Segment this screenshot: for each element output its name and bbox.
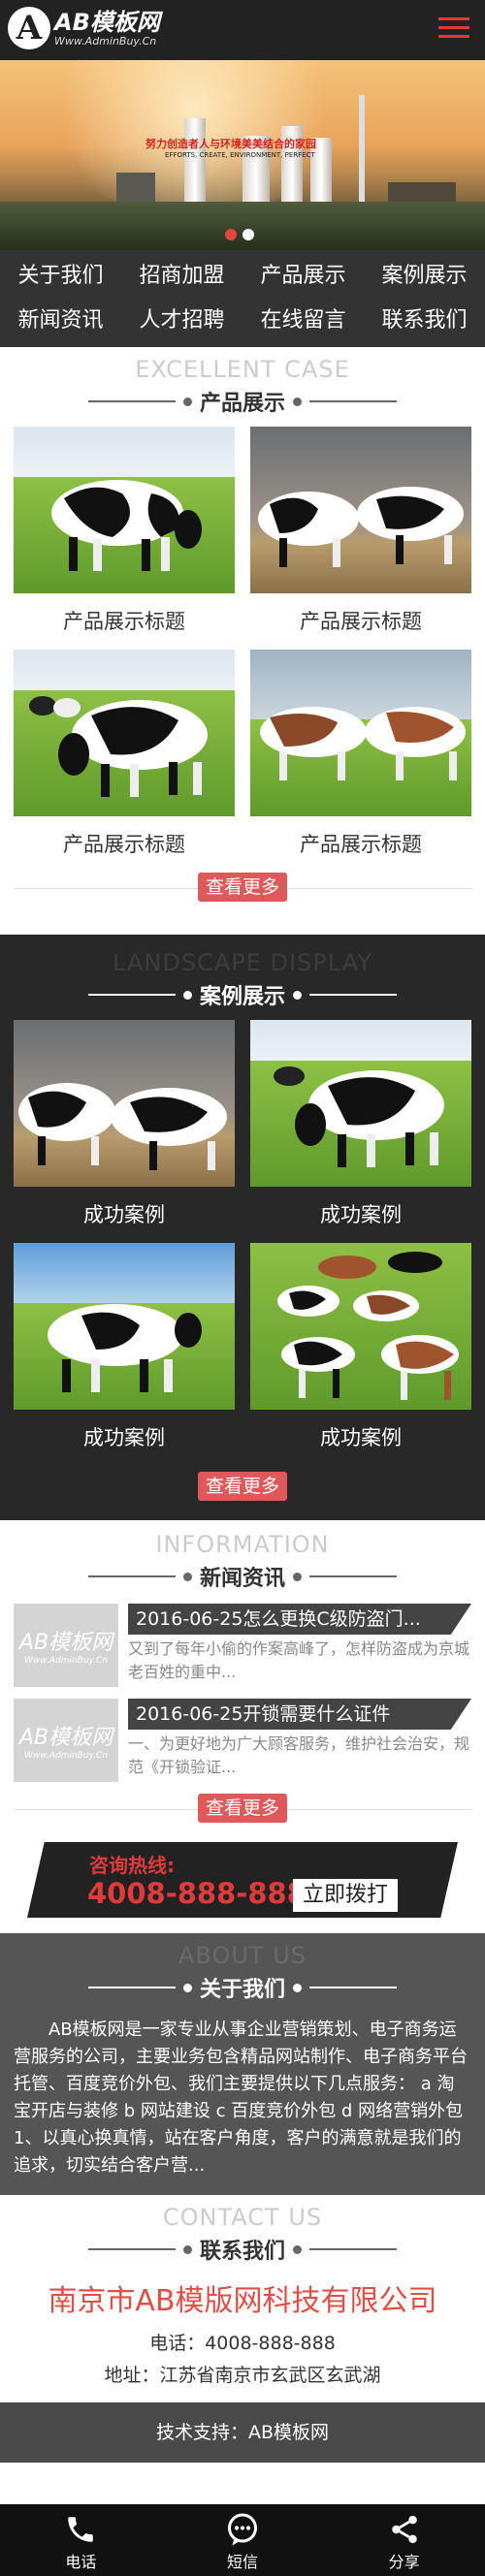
- hero-banner[interactable]: 努力创造者人与环境美美结合的家园 EFFORTS, CREATE, ENVIRO…: [0, 60, 485, 250]
- products-more-button[interactable]: 查看更多: [197, 873, 287, 902]
- case-image: [14, 1243, 235, 1410]
- footer-phone-label: 电话: [65, 2553, 97, 2571]
- hotline-label: 咨询热线:: [89, 1854, 175, 1877]
- news-item-desc: 一、为更好地为广大顾客服务，维护社会治安，规范《开锁验证...: [128, 1734, 470, 1776]
- about-title: 关于我们: [199, 1978, 285, 2002]
- news-thumbnail: AB模板网 Www.AdminBuy.Cn: [14, 1699, 118, 1782]
- product-card[interactable]: 产品展示标题: [14, 427, 235, 650]
- news-item-title[interactable]: 2016-06-25怎么更换C级防盗门...: [128, 1604, 471, 1635]
- slide-indicators: [225, 229, 254, 240]
- footer-sms-label: 短信: [226, 2553, 258, 2571]
- product-caption: 产品展示标题: [300, 610, 422, 633]
- contact-title-en: CONTACT US: [162, 2204, 323, 2231]
- news-item-desc: 又到了每年小偷的作案高峰了，怎样防盗成为京城老百姓的重中...: [128, 1639, 470, 1681]
- product-caption: 产品展示标题: [300, 833, 422, 856]
- footer-share-button[interactable]: 分享: [323, 2504, 485, 2576]
- news-more-button[interactable]: 查看更多: [197, 1794, 287, 1823]
- cases-title-en: LANDSCAPE DISPLAY: [113, 949, 372, 976]
- news-title-en: INFORMATION: [155, 1531, 330, 1558]
- news-item[interactable]: AB模板网 Www.AdminBuy.Cn 2016-06-25开锁需要什么证件…: [14, 1699, 471, 1782]
- contact-title: 联系我们: [199, 2240, 285, 2264]
- products-section: EXCELLENT CASE 产品展示 产品展示标题 产品展示标题 产品展示标题: [0, 347, 485, 935]
- case-card[interactable]: 成功案例: [250, 1020, 471, 1243]
- nav-item-franchise[interactable]: 招商加盟: [121, 254, 242, 299]
- header: A AB模板网 Www.AdminBuy.Cn: [0, 0, 485, 60]
- hotline-banner: 咨询热线: 4008-888-888 立即拨打: [27, 1842, 458, 1918]
- slide-dot-2[interactable]: [242, 229, 254, 240]
- phone-icon: [0, 2512, 162, 2547]
- case-caption: 成功案例: [83, 1203, 165, 1226]
- tech-support: 技术支持：AB模板网: [0, 2402, 485, 2463]
- footer-phone-button[interactable]: 电话: [0, 2504, 162, 2576]
- product-image: [14, 427, 235, 593]
- slide-dot-1[interactable]: [225, 229, 237, 240]
- hamburger-menu-icon[interactable]: [438, 17, 469, 41]
- news-section: INFORMATION 新闻资讯 AB模板网 Www.AdminBuy.Cn 2…: [0, 1520, 485, 1918]
- product-card[interactable]: 产品展示标题: [14, 650, 235, 873]
- share-icon: [323, 2512, 485, 2547]
- contact-address: 地址：江苏省南京市玄武区玄武湖: [104, 2365, 381, 2386]
- news-item[interactable]: AB模板网 Www.AdminBuy.Cn 2016-06-25怎么更换C级防盗…: [14, 1604, 471, 1687]
- nav-item-cases[interactable]: 案例展示: [364, 254, 485, 299]
- banner-slogan-en: EFFORTS, CREATE, ENVIRONMENT, PERFECT: [165, 151, 315, 159]
- logo-mark: A: [8, 7, 50, 49]
- news-thumb-url: Www.AdminBuy.Cn: [23, 1656, 109, 1666]
- product-card[interactable]: 产品展示标题: [250, 427, 471, 650]
- hotline-number: 4008-888-888: [87, 1877, 307, 1910]
- news-title: 新闻资讯: [199, 1567, 285, 1591]
- news-thumb-logo: AB模板网: [18, 1631, 113, 1655]
- nav-item-message[interactable]: 在线留言: [242, 299, 364, 343]
- footer-share-label: 分享: [388, 2553, 420, 2571]
- bottom-toolbar: 电话 短信 分享: [0, 2504, 485, 2576]
- case-caption: 成功案例: [320, 1426, 402, 1449]
- banner-slogan: 努力创造者人与环境美美结合的家园: [146, 138, 316, 150]
- site-logo[interactable]: A AB模板网 Www.AdminBuy.Cn: [8, 7, 160, 49]
- case-caption: 成功案例: [83, 1426, 165, 1449]
- news-item-title[interactable]: 2016-06-25开锁需要什么证件: [128, 1699, 471, 1730]
- case-caption: 成功案例: [320, 1203, 402, 1226]
- contact-section: CONTACT US 联系我们 南京市AB模版网科技有限公司 电话：4008-8…: [0, 2195, 485, 2402]
- case-image: [250, 1020, 471, 1187]
- about-section: ABOUT US 关于我们 AB模板网是一家专业从事企业营销策划、电子商务运营服…: [0, 1933, 485, 2195]
- products-title: 产品展示: [199, 392, 285, 416]
- main-nav: 关于我们 招商加盟 产品展示 案例展示 新闻资讯 人才招聘 在线留言 联系我们: [0, 250, 485, 347]
- case-image: [14, 1020, 235, 1187]
- product-card[interactable]: 产品展示标题: [250, 650, 471, 873]
- logo-url: Www.AdminBuy.Cn: [54, 34, 157, 48]
- nav-item-products[interactable]: 产品展示: [242, 254, 364, 299]
- cases-more-button[interactable]: 查看更多: [197, 1472, 287, 1501]
- product-image: [250, 650, 471, 816]
- footer-sms-button[interactable]: 短信: [162, 2504, 324, 2576]
- call-now-button[interactable]: 立即拨打: [293, 1879, 398, 1912]
- product-caption: 产品展示标题: [63, 833, 185, 856]
- about-title-en: ABOUT US: [178, 1942, 307, 1969]
- about-text: AB模板网是一家专业从事企业营销策划、电子商务运营服务的公司，主要业务包含精品网…: [14, 2019, 468, 2176]
- news-thumb-url: Www.AdminBuy.Cn: [23, 1751, 109, 1761]
- case-card[interactable]: 成功案例: [14, 1020, 235, 1243]
- cases-title: 案例展示: [199, 985, 285, 1009]
- case-image: [250, 1243, 471, 1410]
- nav-item-news[interactable]: 新闻资讯: [0, 299, 121, 343]
- logo-title: AB模板网: [54, 8, 160, 36]
- contact-phone[interactable]: 电话：4008-888-888: [0, 2329, 485, 2355]
- nav-item-about[interactable]: 关于我们: [0, 254, 121, 299]
- news-thumb-logo: AB模板网: [18, 1726, 113, 1750]
- cases-section: LANDSCAPE DISPLAY 案例展示 成功案例 成功案例 成功案例 成功…: [0, 935, 485, 1520]
- products-title-en: EXCELLENT CASE: [135, 356, 350, 383]
- company-name: 南京市AB模版网科技有限公司: [48, 2284, 437, 2318]
- nav-item-contact[interactable]: 联系我们: [364, 299, 485, 343]
- news-thumbnail: AB模板网 Www.AdminBuy.Cn: [14, 1604, 118, 1687]
- product-image: [14, 650, 235, 816]
- message-icon: [162, 2512, 324, 2547]
- case-card[interactable]: 成功案例: [14, 1243, 235, 1466]
- case-card[interactable]: 成功案例: [250, 1243, 471, 1466]
- product-caption: 产品展示标题: [63, 610, 185, 633]
- nav-item-jobs[interactable]: 人才招聘: [121, 299, 242, 343]
- product-image: [250, 427, 471, 593]
